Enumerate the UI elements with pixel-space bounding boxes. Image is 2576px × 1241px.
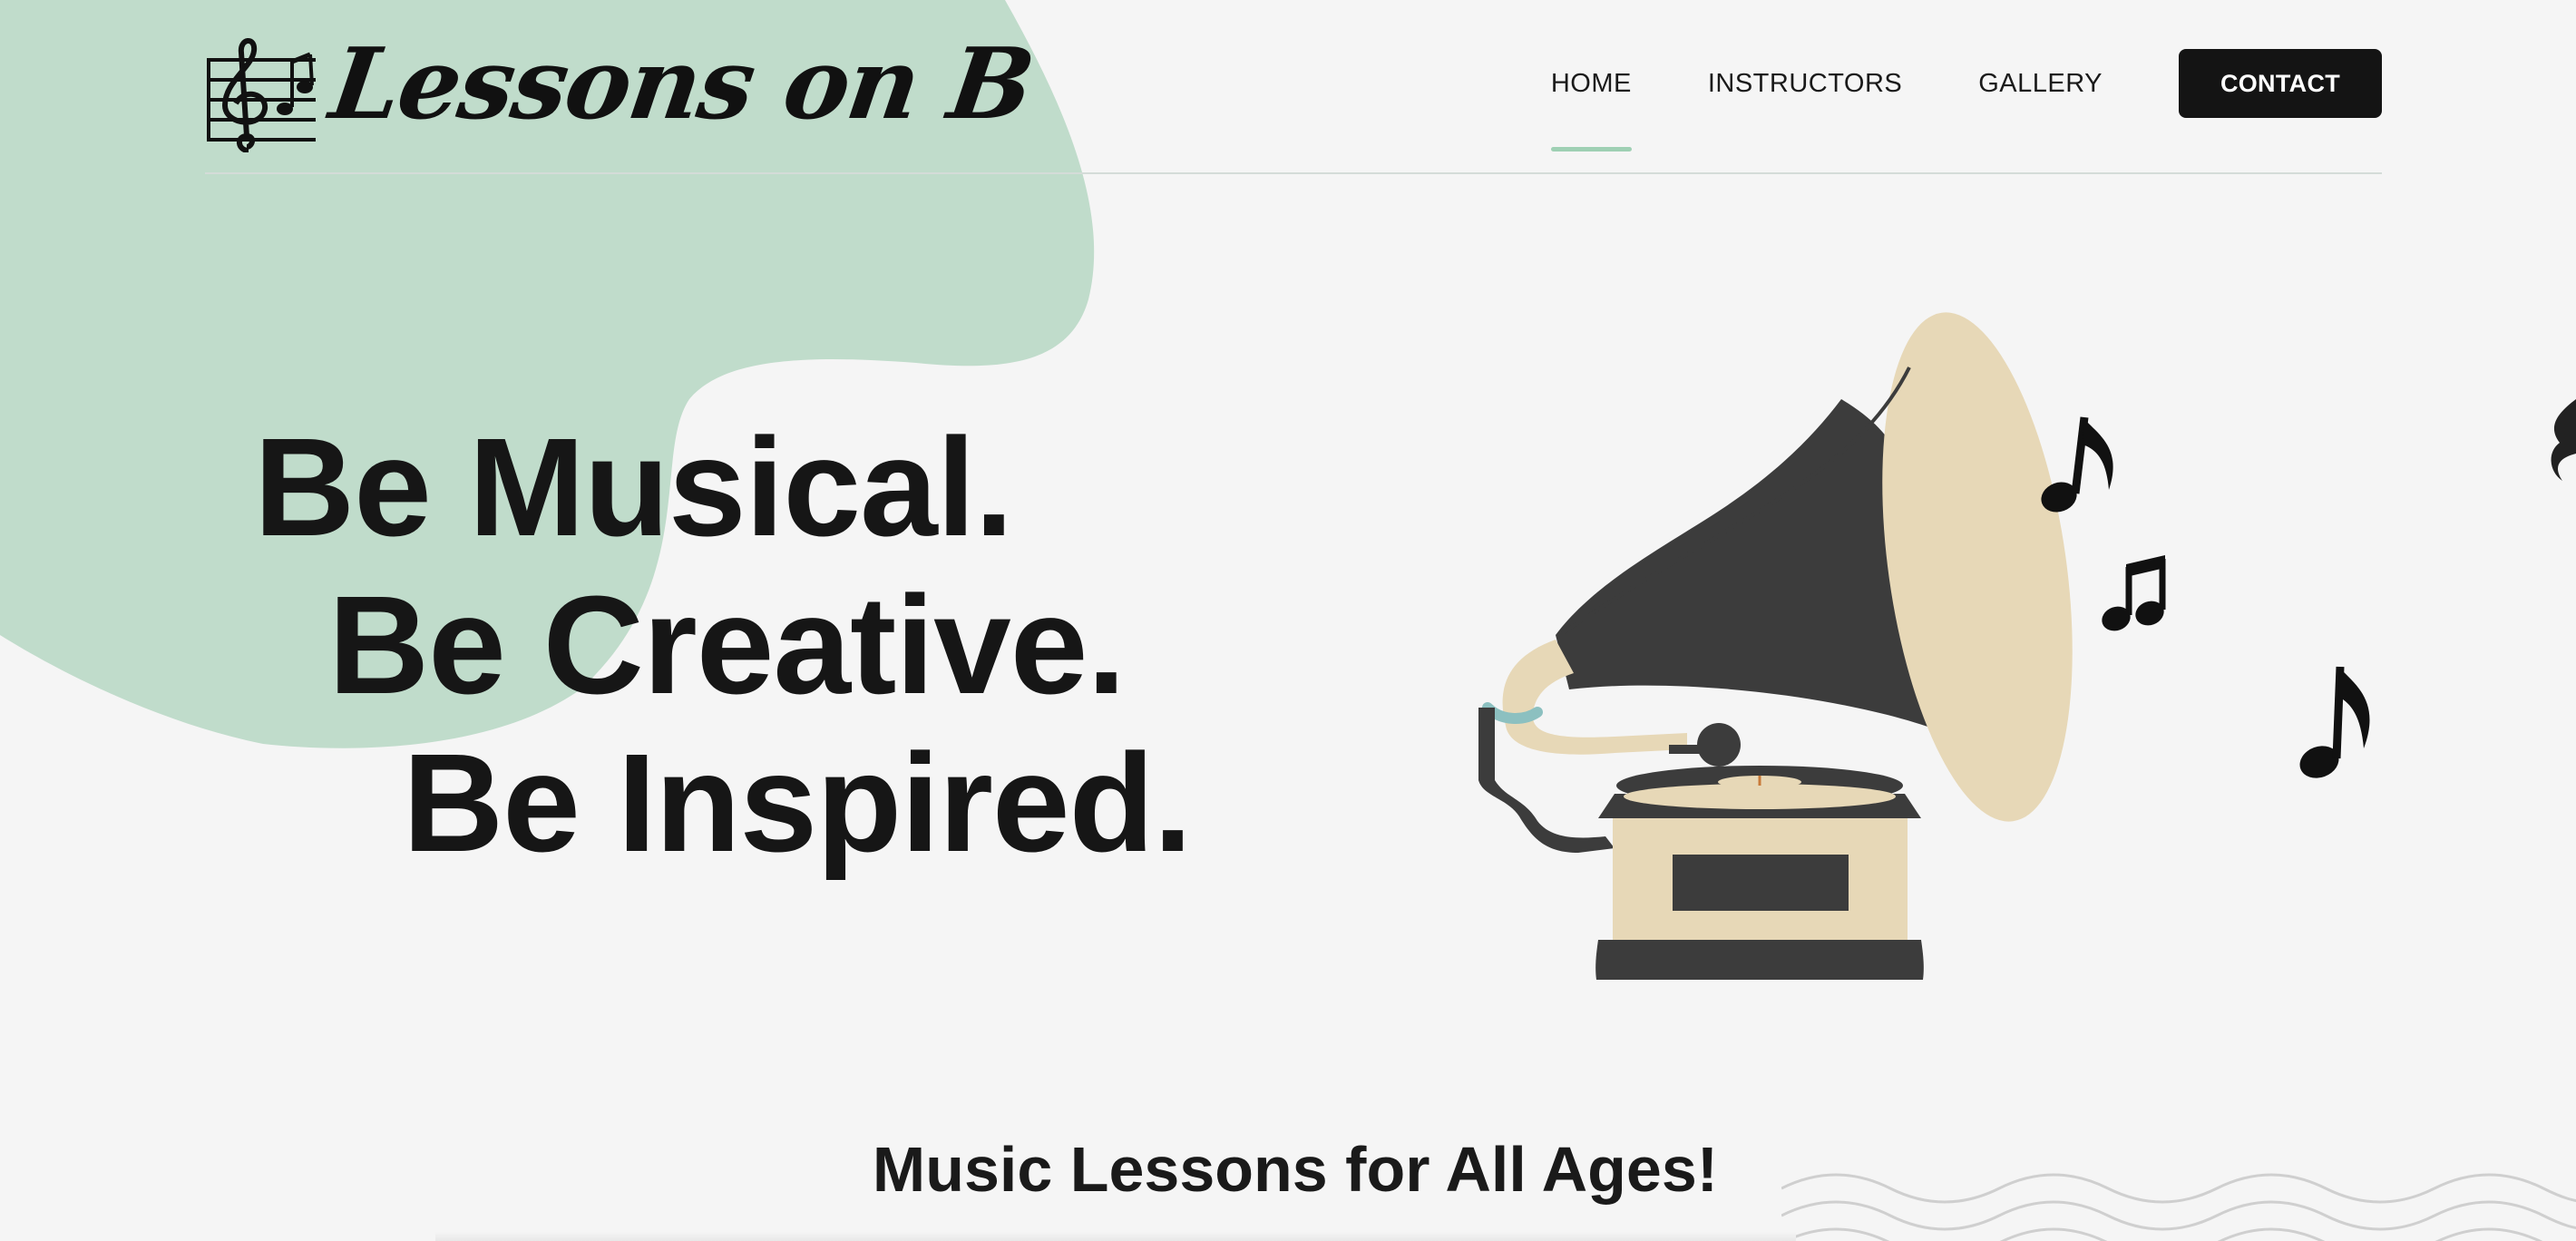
nav-item-gallery[interactable]: GALLERY [1978,65,2103,102]
section-title: Music Lessons for All Ages! [872,1134,1719,1205]
hero-line-musical: Be Musical. [254,409,1013,565]
gramophone-icon [1478,312,2073,980]
eighth-note-icon [2041,416,2113,513]
treble-clef-staff-icon [207,38,316,152]
nav-item-home[interactable]: HOME [1550,65,1632,151]
contact-button[interactable]: CONTACT [2179,49,2382,118]
site-header: Lessons on B HOME INSTRUCTORS GALLERY CO… [205,0,2382,174]
brand-name: Lessons on B [324,27,1039,142]
hero-line-inspired: Be Inspired. [403,725,1192,881]
partial-note-icon [2551,399,2576,481]
site-logo[interactable]: Lessons on B [205,25,1039,152]
beamed-notes-icon [2102,555,2166,631]
section-card-edge [435,1232,1796,1241]
hero-line-creative: Be Creative. [328,567,1126,723]
eighth-note-icon [2299,666,2370,778]
hero-heading: Be Musical. Be Creative. Be Inspired. [254,408,1192,882]
hero-illustration [1478,312,2576,980]
main-nav: HOME INSTRUCTORS GALLERY CONTACT [1550,49,2382,151]
nav-item-instructors[interactable]: INSTRUCTORS [1708,65,1902,102]
